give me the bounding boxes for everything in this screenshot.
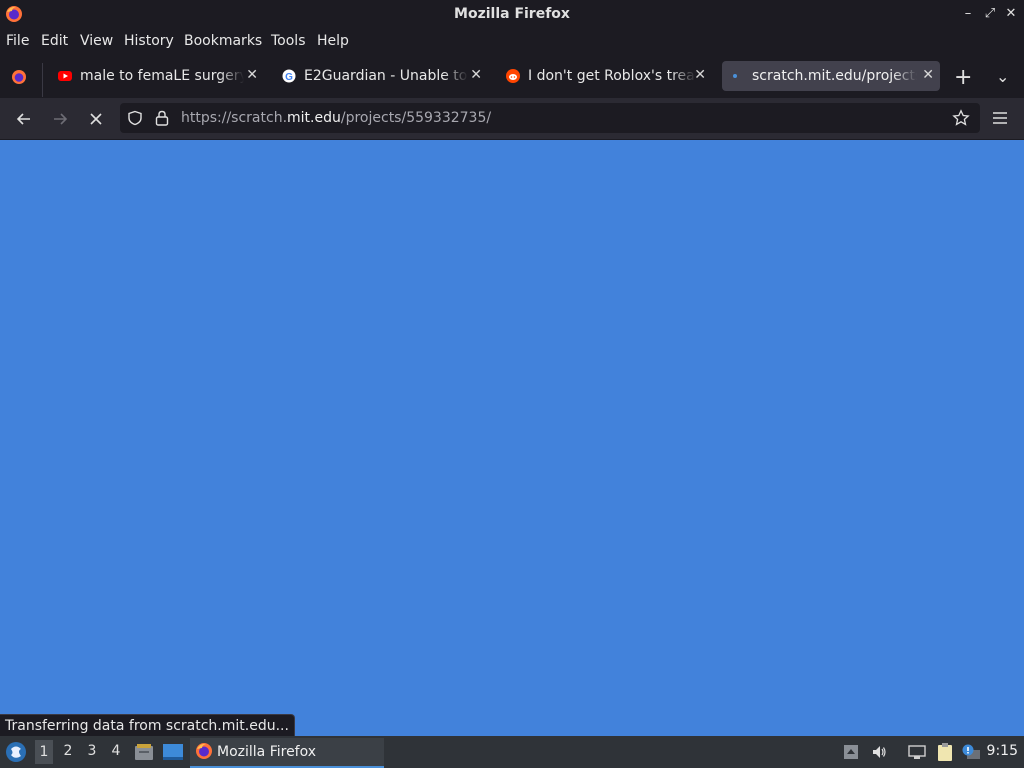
clock: 9:15 <box>986 743 1018 759</box>
status-panel: Transferring data from scratch.mit.edu..… <box>0 714 295 737</box>
show-desktop-icon[interactable] <box>162 742 184 762</box>
back-arrow-icon <box>16 113 30 125</box>
workspace-2[interactable]: 2 <box>59 743 77 759</box>
list-tabs-chevron-icon[interactable]: ⌄ <box>996 67 1009 86</box>
youtube-icon <box>58 71 72 81</box>
forward-button[interactable] <box>49 108 71 130</box>
close-tab-icon[interactable]: ✕ <box>246 67 258 83</box>
clipboard-icon[interactable] <box>935 742 955 762</box>
taskbar: 1 2 3 4 Mozilla Firefox 9:15 <box>0 736 1024 768</box>
stop-button[interactable] <box>85 108 107 130</box>
maximize-button[interactable]: ⤢ <box>982 6 998 22</box>
url-text[interactable]: https://scratch.mit.edu/projects/5593327… <box>181 110 491 126</box>
volume-icon[interactable] <box>871 744 887 760</box>
google-icon: G <box>282 69 296 83</box>
tab-label: scratch.mit.edu/projects/ <box>752 68 917 84</box>
window-title: Mozilla Firefox <box>454 6 570 22</box>
bookmark-star-icon[interactable] <box>952 109 970 127</box>
svg-text:G: G <box>285 72 293 83</box>
loading-icon <box>733 74 737 78</box>
close-tab-icon[interactable]: ✕ <box>470 67 482 83</box>
forward-arrow-icon <box>54 113 68 125</box>
firefox-view-icon[interactable] <box>11 69 27 85</box>
tab-bar: male to femaLE surgery ✕ G E2Guardian - … <box>0 53 1024 98</box>
menu-bookmarks[interactable]: Bookmarks <box>184 33 262 49</box>
window-titlebar: Mozilla Firefox – ⤢ ✕ <box>0 0 1024 29</box>
stop-x-icon <box>90 113 102 125</box>
workspace-1[interactable]: 1 <box>35 740 53 764</box>
file-manager-icon[interactable] <box>134 742 154 762</box>
tab-separator <box>42 63 43 97</box>
url-domain: mit.edu <box>287 110 341 126</box>
new-tab-button[interactable]: + <box>954 65 972 90</box>
url-path: /projects/559332735/ <box>340 110 492 126</box>
menu-bar: File Edit View History Bookmarks Tools H… <box>0 29 1024 53</box>
reddit-icon <box>506 69 520 83</box>
firefox-icon <box>196 743 212 759</box>
tab-scratch[interactable]: scratch.mit.edu/projects/ ✕ <box>722 61 940 91</box>
menu-edit[interactable]: Edit <box>41 33 68 49</box>
lock-icon[interactable] <box>154 109 170 127</box>
tray-arrow-icon[interactable] <box>843 744 859 760</box>
close-tab-icon[interactable]: ✕ <box>922 67 934 83</box>
start-menu-icon[interactable] <box>5 741 27 763</box>
tab-label: I don't get Roblox's treatm <box>528 68 696 84</box>
taskbar-firefox-task[interactable]: Mozilla Firefox <box>190 738 384 768</box>
tab-label: E2Guardian - Unable to lo <box>304 68 468 84</box>
menu-help[interactable]: Help <box>317 33 349 49</box>
task-label: Mozilla Firefox <box>217 744 317 760</box>
menu-tools[interactable]: Tools <box>271 33 306 49</box>
close-window-button[interactable]: ✕ <box>1003 6 1019 22</box>
page-content[interactable] <box>0 140 1024 736</box>
menu-history[interactable]: History <box>124 33 174 49</box>
url-prefix: https://scratch. <box>181 110 288 126</box>
shield-icon[interactable] <box>127 110 143 126</box>
hamburger-menu-icon[interactable] <box>992 111 1008 125</box>
tab-youtube[interactable]: male to femaLE surgery ✕ <box>50 61 264 91</box>
tab-label: male to femaLE surgery <box>80 68 244 84</box>
close-tab-icon[interactable]: ✕ <box>694 67 706 83</box>
tab-e2guardian[interactable]: G E2Guardian - Unable to lo ✕ <box>274 61 488 91</box>
url-bar[interactable]: https://scratch.mit.edu/projects/5593327… <box>120 103 980 133</box>
menu-file[interactable]: File <box>6 33 29 49</box>
back-button[interactable] <box>13 108 35 130</box>
tab-reddit[interactable]: I don't get Roblox's treatm ✕ <box>498 61 712 91</box>
network-icon[interactable] <box>907 744 927 760</box>
workspace-3[interactable]: 3 <box>83 743 101 759</box>
navigation-toolbar: https://scratch.mit.edu/projects/5593327… <box>0 98 1024 139</box>
workspace-4[interactable]: 4 <box>107 743 125 759</box>
minimize-button[interactable]: – <box>960 6 976 22</box>
menu-view[interactable]: View <box>80 33 113 49</box>
notification-icon[interactable] <box>961 744 981 760</box>
